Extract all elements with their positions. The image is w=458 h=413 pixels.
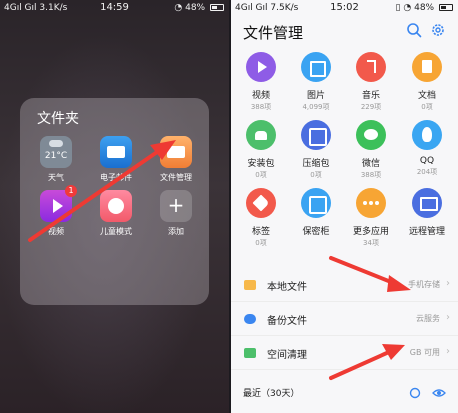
- battery-icon: [439, 4, 453, 11]
- folder-icon: [160, 136, 192, 168]
- document-icon: [412, 52, 442, 82]
- app-label: 天气: [48, 173, 64, 182]
- category-name: 安装包: [247, 159, 275, 169]
- battery-percent: 48%: [414, 3, 435, 13]
- app-add[interactable]: + 添加: [152, 190, 200, 237]
- tag-icon: [246, 188, 276, 218]
- category-music[interactable]: 音乐 229项: [343, 52, 399, 112]
- category-name: 微信: [361, 159, 380, 169]
- category-name: 保密柜: [302, 227, 330, 237]
- circle-icon[interactable]: [409, 387, 421, 399]
- category-image[interactable]: 图片 4,099项: [288, 52, 344, 112]
- row-value: 手机存储: [408, 280, 440, 289]
- page-title: 文件管理: [243, 24, 304, 42]
- safe-icon: [301, 188, 331, 218]
- status-bar: 4Gıl Gıl 3.1K/s 14:59 ◔ 48%: [0, 0, 229, 16]
- wifi-icon: ◔: [174, 3, 183, 13]
- settings-gear-icon[interactable]: [430, 22, 446, 38]
- row-local-files[interactable]: 本地文件 手机存储 ›: [231, 268, 458, 302]
- music-icon: [356, 52, 386, 82]
- category-name: 文档: [417, 91, 436, 101]
- category-count: 0项: [421, 103, 433, 111]
- weather-icon: 21°C: [40, 136, 72, 168]
- category-count: 229项: [360, 103, 382, 111]
- app-label: 视频: [48, 227, 64, 236]
- recent-bar: 最近（30天）: [231, 376, 458, 413]
- category-count: 0项: [255, 171, 267, 179]
- category-count: 34项: [363, 239, 379, 247]
- category-remote-manage[interactable]: 远程管理: [399, 188, 455, 238]
- qq-icon: [412, 120, 442, 150]
- app-kids-mode[interactable]: 儿童模式: [92, 190, 140, 237]
- app-file-manager[interactable]: 文件管理: [152, 136, 200, 183]
- row-label: 备份文件: [267, 316, 307, 327]
- row-label: 本地文件: [267, 282, 307, 293]
- battery-icon: [210, 4, 224, 11]
- category-count: 4,099项: [302, 103, 330, 111]
- video-icon: [246, 52, 276, 82]
- app-label: 电子邮件: [100, 173, 132, 182]
- category-apk[interactable]: 安装包 0项: [233, 120, 289, 180]
- home-folder-screen: 4Gıl Gıl 3.1K/s 14:59 ◔ 48% 文件夹 21°C 天气 …: [0, 0, 229, 413]
- file-manager-screen: 4Gıl Gıl 7.5K/s 15:02 ▯ ◔ 48% 文件管理 视频 38…: [231, 0, 458, 413]
- category-name: 更多应用: [352, 227, 389, 237]
- app-label: 文件管理: [160, 173, 192, 182]
- category-name: 远程管理: [408, 227, 445, 237]
- category-more-apps[interactable]: 更多应用 34项: [343, 188, 399, 248]
- category-video[interactable]: 视频 388项: [233, 52, 289, 112]
- row-backup-files[interactable]: 备份文件 云服务 ›: [231, 302, 458, 336]
- cloud-icon: [244, 314, 256, 324]
- eye-icon[interactable]: [432, 387, 446, 399]
- category-count: 0项: [255, 239, 267, 247]
- folder-title: 文件夹: [37, 111, 79, 127]
- chevron-right-icon: ›: [446, 278, 450, 289]
- category-name: 图片: [306, 91, 325, 101]
- add-icon: +: [160, 190, 192, 222]
- category-name: 音乐: [361, 91, 380, 101]
- category-count: 388项: [250, 103, 272, 111]
- chevron-right-icon: ›: [446, 346, 450, 357]
- category-count: 204项: [416, 168, 438, 176]
- category-name: QQ: [419, 156, 435, 166]
- notification-badge: 1: [65, 185, 77, 197]
- category-safe[interactable]: 保密柜: [288, 188, 344, 238]
- category-name: 视频: [251, 91, 270, 101]
- cleanup-icon: [244, 348, 256, 358]
- app-video[interactable]: 1 视频: [32, 185, 80, 237]
- category-qq[interactable]: QQ 204项: [399, 120, 455, 177]
- row-label: 空间清理: [267, 350, 307, 361]
- category-name: 压缩包: [302, 159, 330, 169]
- row-value: GB 可用: [409, 348, 440, 357]
- row-space-cleanup[interactable]: 空间清理 GB 可用 ›: [231, 336, 458, 370]
- wechat-icon: [356, 120, 386, 150]
- category-archive[interactable]: 压缩包 0项: [288, 120, 344, 180]
- folder-icon: [244, 280, 256, 290]
- vibrate-icon: ▯: [395, 3, 401, 13]
- app-email[interactable]: 电子邮件: [92, 136, 140, 183]
- chevron-right-icon: ›: [446, 312, 450, 323]
- video-icon: 1: [40, 185, 77, 222]
- category-count: 388项: [360, 171, 382, 179]
- status-bar: 4Gıl Gıl 7.5K/s 15:02 ▯ ◔ 48%: [231, 0, 458, 16]
- row-value: 云服务: [416, 314, 440, 323]
- category-document[interactable]: 文档 0项: [399, 52, 455, 112]
- wifi-icon: ◔: [403, 3, 412, 13]
- remote-manage-icon: [412, 188, 442, 218]
- category-tag[interactable]: 标签 0项: [233, 188, 289, 248]
- recent-label: 最近（30天）: [243, 389, 300, 399]
- category-count: 0项: [310, 171, 322, 179]
- category-wechat[interactable]: 微信 388项: [343, 120, 399, 180]
- app-weather[interactable]: 21°C 天气: [32, 136, 80, 183]
- app-label: 儿童模式: [100, 227, 132, 236]
- archive-icon: [301, 120, 331, 150]
- image-icon: [301, 52, 331, 82]
- app-label: 添加: [168, 227, 184, 236]
- mail-icon: [100, 136, 132, 168]
- search-icon[interactable]: [406, 22, 422, 38]
- android-icon: [246, 120, 276, 150]
- more-apps-icon: [356, 188, 386, 218]
- battery-percent: 48%: [185, 3, 206, 13]
- category-name: 标签: [251, 227, 270, 237]
- kids-mode-icon: [100, 190, 132, 222]
